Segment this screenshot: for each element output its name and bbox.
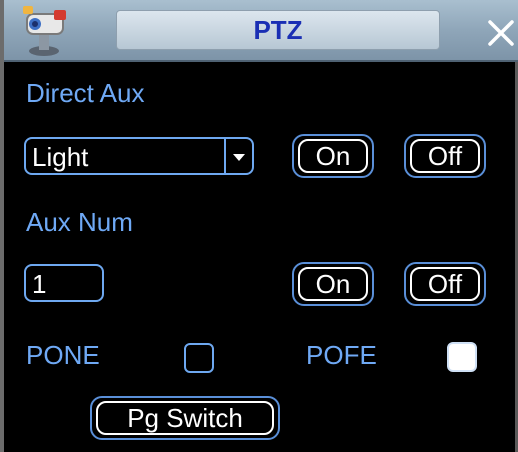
- ptz-dialog: PTZ Direct Aux Light On Off Aux Num 1 On…: [0, 0, 518, 452]
- direct-aux-label: Direct Aux: [26, 78, 145, 108]
- direct-aux-off-label: Off: [427, 140, 463, 171]
- pofe-checkbox[interactable]: [447, 342, 477, 372]
- aux-num-off-button[interactable]: Off: [404, 262, 486, 306]
- pone-label: PONE: [26, 340, 100, 370]
- aux-num-value: 1: [32, 269, 47, 299]
- pone-checkbox[interactable]: [184, 343, 214, 373]
- aux-num-on-label: On: [315, 268, 351, 299]
- aux-num-on-button[interactable]: On: [292, 262, 374, 306]
- pofe-label: POFE: [306, 340, 377, 370]
- pg-switch-label: Pg Switch: [127, 402, 243, 433]
- close-icon[interactable]: [486, 18, 516, 48]
- direct-aux-select[interactable]: Light: [24, 137, 254, 175]
- camera-icon: [23, 6, 66, 56]
- direct-aux-on-button[interactable]: On: [292, 134, 374, 178]
- chevron-down-icon[interactable]: [224, 139, 252, 173]
- pg-switch-button[interactable]: Pg Switch: [90, 396, 280, 440]
- aux-num-off-label: Off: [427, 268, 463, 299]
- direct-aux-on-label: On: [315, 140, 351, 171]
- aux-num-label: Aux Num: [26, 207, 133, 237]
- direct-aux-selected-value: Light: [32, 142, 89, 172]
- direct-aux-off-button[interactable]: Off: [404, 134, 486, 178]
- window-title: PTZ: [116, 10, 440, 50]
- title-bar: PTZ: [4, 0, 518, 62]
- aux-num-input[interactable]: 1: [24, 264, 104, 302]
